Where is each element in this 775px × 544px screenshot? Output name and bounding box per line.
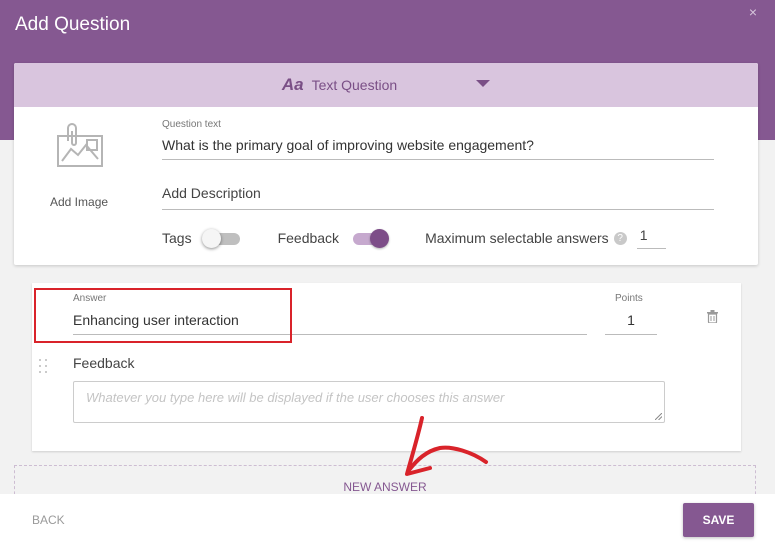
feedback-toggle-label: Feedback xyxy=(277,230,340,246)
max-answers-label: Maximum selectable answers xyxy=(425,230,609,246)
back-button[interactable]: BACK xyxy=(32,513,65,527)
answer-feedback-textarea[interactable]: Whatever you type here will be displayed… xyxy=(73,381,665,423)
feedback-placeholder: Whatever you type here will be displayed… xyxy=(86,390,505,405)
trash-icon[interactable] xyxy=(707,310,718,328)
question-type-label: Text Question xyxy=(311,77,398,93)
question-text-label: Question text xyxy=(162,119,221,130)
tags-label: Tags xyxy=(162,230,192,246)
toggle-knob xyxy=(370,229,390,248)
question-type-selector[interactable]: Aa Text Question xyxy=(14,63,758,107)
tags-toggle[interactable] xyxy=(201,228,242,248)
question-options: Tags Feedback Maximum selectable answers… xyxy=(162,227,666,249)
save-button[interactable]: SAVE xyxy=(683,503,754,537)
description-input[interactable]: Add Description xyxy=(162,185,714,210)
image-placeholder-icon[interactable] xyxy=(56,123,106,178)
answer-highlight-box xyxy=(34,288,292,343)
dialog-title: Add Question xyxy=(15,14,131,35)
drag-handle-icon[interactable] xyxy=(39,359,49,375)
question-text-input[interactable]: What is the primary goal of improving we… xyxy=(162,137,714,160)
add-image-label[interactable]: Add Image xyxy=(50,195,108,209)
question-card: Aa Text Question Add Image Question text… xyxy=(14,63,758,265)
points-input[interactable]: 1 xyxy=(605,312,657,335)
close-icon[interactable]: × xyxy=(749,4,757,20)
help-icon[interactable]: ? xyxy=(613,231,627,245)
points-label: Points xyxy=(615,293,643,304)
text-type-icon: Aa xyxy=(281,75,304,94)
annotation-arrow xyxy=(405,416,488,476)
answer-feedback-label: Feedback xyxy=(73,355,135,371)
max-answers-input[interactable]: 1 xyxy=(636,227,666,249)
resize-handle-icon[interactable] xyxy=(655,413,662,420)
dialog-footer: BACK SAVE xyxy=(0,494,775,544)
toggle-knob xyxy=(201,229,221,248)
chevron-down-icon[interactable] xyxy=(476,79,491,87)
feedback-toggle[interactable] xyxy=(349,228,390,248)
